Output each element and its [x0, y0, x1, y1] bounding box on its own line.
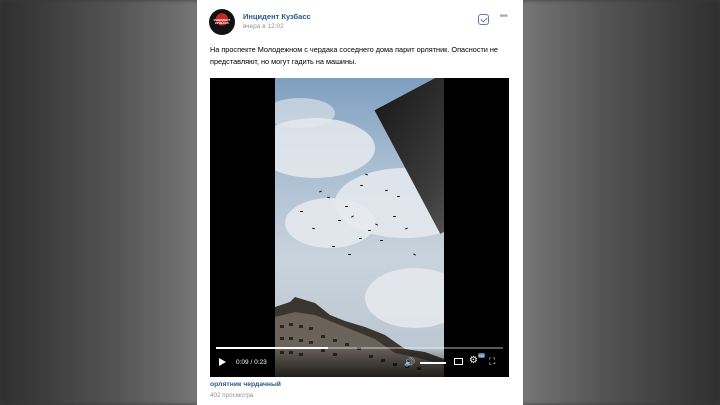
background-left	[0, 0, 200, 405]
time-display: 0:09 / 0:23	[236, 359, 267, 366]
picture-in-picture-icon[interactable]	[454, 358, 463, 365]
checkbox-icon[interactable]	[478, 14, 489, 25]
author-name[interactable]: Инцидент Кузбасс	[243, 12, 311, 21]
more-icon[interactable]: •••	[499, 11, 507, 22]
volume-slider[interactable]	[420, 362, 446, 364]
video-title[interactable]: орлятник чердачный	[210, 381, 281, 388]
background-right	[520, 0, 720, 405]
progress-fill	[216, 347, 328, 349]
hd-badge: HD	[478, 353, 486, 358]
video-controls: 0:09 / 0:23 🔊 ⚙ HD ⛶	[210, 347, 509, 377]
avatar-logo-text: ИНЦИДЕНТ КУЗБАСС	[213, 18, 231, 25]
progress-bar[interactable]	[216, 347, 503, 349]
fullscreen-icon[interactable]: ⛶	[489, 356, 495, 367]
post-text: На проспекте Молодежном с чердака соседн…	[210, 45, 498, 66]
post-card: ИНЦИДЕНТ КУЗБАСС Инцидент Кузбасс вчера …	[197, 0, 523, 405]
play-icon[interactable]	[219, 358, 226, 366]
volume-icon[interactable]: 🔊	[404, 357, 415, 368]
gear-icon[interactable]: ⚙	[469, 355, 478, 366]
video-player[interactable]: 0:09 / 0:23 🔊 ⚙ HD ⛶	[210, 78, 509, 377]
video-frame	[275, 78, 444, 377]
avatar[interactable]: ИНЦИДЕНТ КУЗБАСС	[209, 9, 235, 35]
video-views: 402 просмотра	[210, 392, 254, 399]
post-header: ИНЦИДЕНТ КУЗБАСС Инцидент Кузбасс вчера …	[209, 9, 511, 37]
post-time[interactable]: вчера в 12:02	[243, 23, 284, 30]
